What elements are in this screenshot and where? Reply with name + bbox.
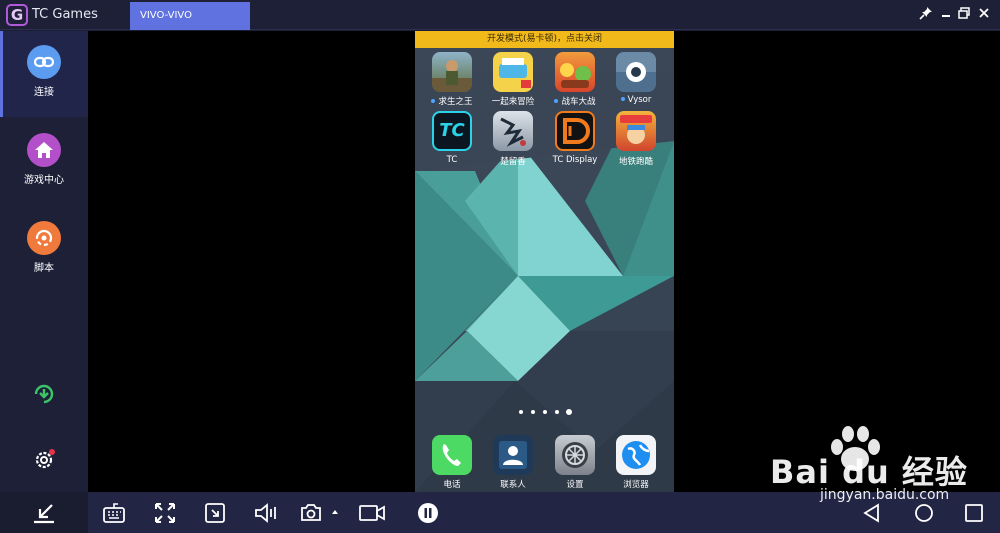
pubg-app-icon[interactable] xyxy=(432,52,472,92)
tc-icon-text: TC xyxy=(439,120,465,141)
adventure-app-icon[interactable] xyxy=(493,52,533,92)
sidebar: 连接 游戏中心 脚本 xyxy=(0,31,88,492)
sidebar-item-label: 连接 xyxy=(34,87,54,98)
tank-war-app-icon[interactable] xyxy=(555,52,595,92)
app-label: Vysor xyxy=(604,95,668,105)
device-tab[interactable]: VIVO-VIVO xyxy=(130,2,250,30)
fullscreen-icon[interactable] xyxy=(153,501,177,525)
app-label: TC Display xyxy=(552,155,598,165)
video-record-icon[interactable] xyxy=(358,501,386,525)
home-icon xyxy=(27,133,61,167)
baidu-watermark: Bai du 经验 jingyan.baidu.com xyxy=(770,425,1000,510)
page-indicator xyxy=(517,409,577,417)
minimize-icon[interactable] xyxy=(938,6,954,22)
download-update-icon[interactable] xyxy=(32,382,56,406)
settings-app-icon[interactable] xyxy=(555,435,595,475)
app-label: 电话 xyxy=(443,480,461,490)
phone-app-icon[interactable] xyxy=(432,435,472,475)
app-title: TC Games xyxy=(32,7,98,22)
phone-screen[interactable]: 开发模式(易卡顿)，点击关闭 求生之王 一起来冒险 战车大战 Vysor TC … xyxy=(415,31,674,492)
toolbar-left-block xyxy=(0,492,88,533)
link-icon xyxy=(27,45,61,79)
collapse-arrow-icon[interactable] xyxy=(32,501,56,525)
app-label: 求生之王 xyxy=(420,95,484,107)
pause-icon[interactable] xyxy=(416,501,440,525)
close-icon[interactable] xyxy=(976,6,992,22)
subway-surfers-app-icon[interactable] xyxy=(616,111,656,151)
app-label: 设置 xyxy=(566,480,584,490)
vysor-app-icon[interactable] xyxy=(616,52,656,92)
app-label: 地铁跑酷 xyxy=(618,157,653,167)
app-label: 楚留香 xyxy=(500,157,526,167)
keyboard-icon[interactable] xyxy=(102,501,126,525)
sidebar-item-label: 脚本 xyxy=(34,263,54,274)
tc-display-app-icon[interactable] xyxy=(555,111,595,151)
sidebar-item-label: 游戏中心 xyxy=(24,175,64,186)
app-label: 联系人 xyxy=(500,480,526,490)
camera-icon[interactable] xyxy=(299,501,323,525)
app-label: TC xyxy=(446,155,458,165)
script-icon xyxy=(27,221,61,255)
developer-mode-banner[interactable]: 开发模式(易卡顿)，点击关闭 xyxy=(415,31,674,48)
window-size-icon[interactable] xyxy=(203,501,227,525)
app-label: 战车大战 xyxy=(543,95,607,107)
volume-icon[interactable] xyxy=(254,501,278,525)
tc-games-window: G TC Games VIVO-VIVO 连接 游戏中心 脚本 开发模式(易卡顿… xyxy=(0,0,1000,533)
title-bar: G TC Games VIVO-VIVO xyxy=(0,0,1000,30)
sidebar-item-connect[interactable]: 连接 xyxy=(0,31,88,117)
gear-icon[interactable] xyxy=(32,448,56,472)
caret-up-icon[interactable] xyxy=(330,501,340,525)
restore-icon[interactable] xyxy=(956,6,972,22)
contacts-app-icon[interactable] xyxy=(493,435,533,475)
sidebar-item-script[interactable]: 脚本 xyxy=(0,207,88,293)
app-logo-icon: G xyxy=(6,4,28,26)
pin-icon[interactable] xyxy=(918,6,934,22)
browser-app-icon[interactable] xyxy=(616,435,656,475)
sidebar-item-game-center[interactable]: 游戏中心 xyxy=(0,119,88,205)
chuliuxiang-app-icon[interactable] xyxy=(493,111,533,151)
tc-app-icon[interactable]: TC xyxy=(432,111,472,151)
app-label: 浏览器 xyxy=(623,480,649,490)
app-label: 一起来冒险 xyxy=(491,97,535,107)
